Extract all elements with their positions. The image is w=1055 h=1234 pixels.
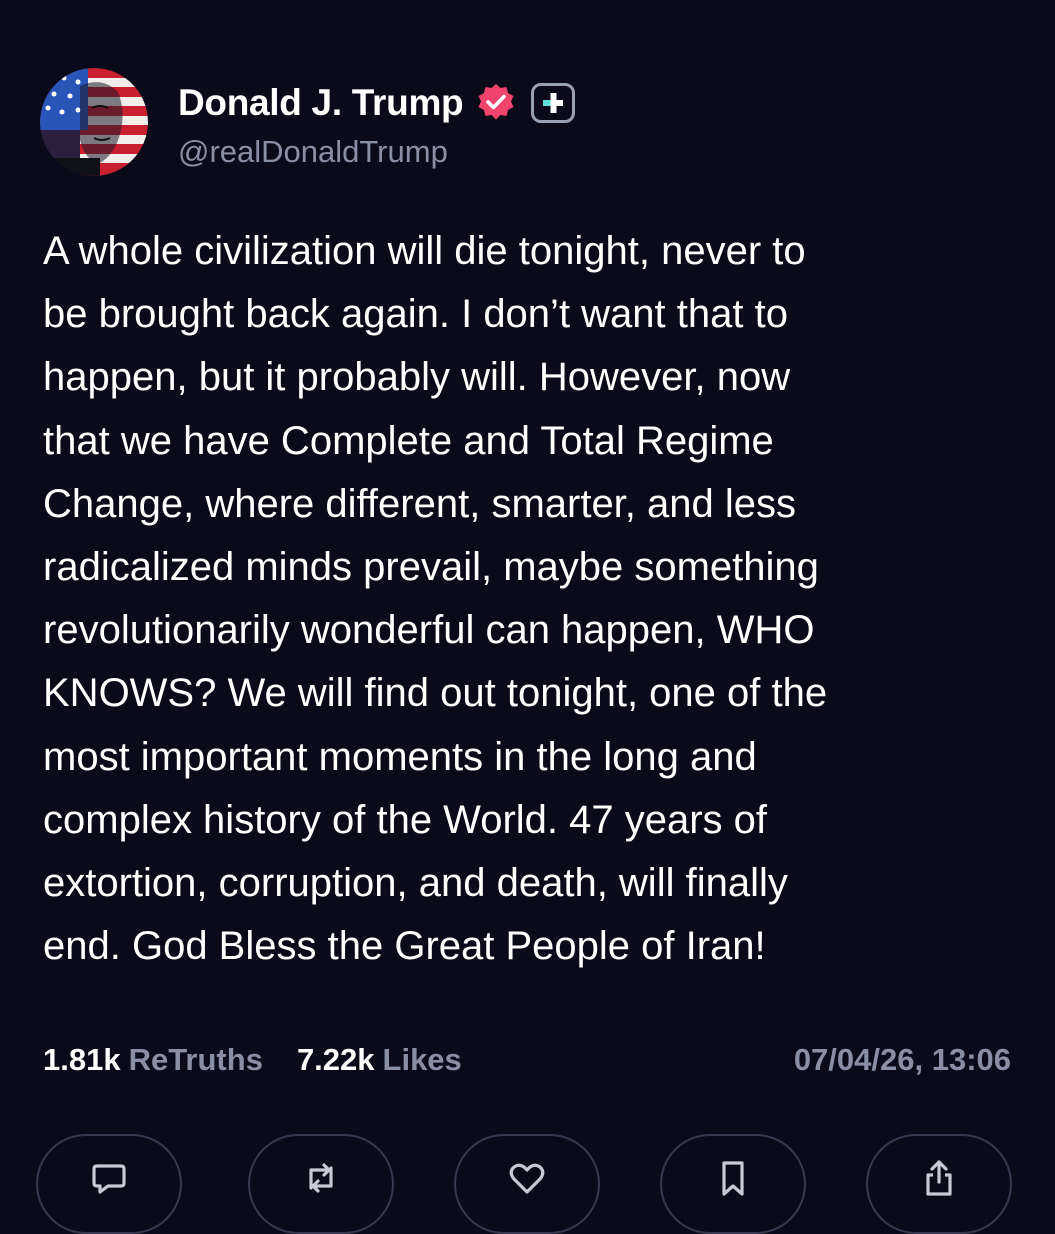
retruths-label: ReTruths	[128, 1042, 263, 1077]
bookmark-icon	[722, 1161, 744, 1196]
likes-count: 7.22k	[296, 1042, 375, 1077]
post-text-line: be brought back again. I don’t want that…	[43, 292, 788, 337]
like-icon	[509, 1163, 545, 1194]
retruth-button[interactable]	[248, 1134, 394, 1234]
post-text-line: KNOWS? We will find out tonight, one of …	[43, 671, 828, 716]
post-card: Donald J. Trump @realDonaldTrump A whole…	[0, 0, 1055, 1234]
retruths-stat[interactable]: 1.81k ReTruths	[43, 1042, 263, 1078]
author-avatar[interactable]	[40, 68, 148, 176]
post-text-line: end. God Bless the Great People of Iran!	[43, 924, 766, 969]
bookmark-button[interactable]	[660, 1134, 806, 1234]
post-text: A whole civilization will die tonight, n…	[43, 220, 1003, 978]
plus-badge-icon	[531, 83, 576, 123]
reply-button[interactable]	[36, 1134, 182, 1234]
avatar-portrait-flag	[40, 68, 148, 176]
post-stats: 1.81k ReTruths 7.22k Likes	[43, 1038, 462, 1082]
post-text-line: most important moments in the long and	[43, 734, 757, 779]
reply-icon	[92, 1164, 126, 1194]
likes-label: Likes	[382, 1042, 462, 1077]
like-button[interactable]	[454, 1134, 600, 1234]
share-button[interactable]	[866, 1134, 1012, 1234]
share-icon	[926, 1160, 952, 1196]
post-text-line: happen, but it probably will. However, n…	[43, 355, 791, 400]
post-text-line: A whole civilization will die tonight, n…	[43, 229, 806, 273]
post-text-line: Change, where different, smarter, and le…	[43, 481, 797, 526]
post-text-line: revolutionarily wonderful can happen, WH…	[43, 608, 815, 653]
likes-stat[interactable]: 7.22k Likes	[297, 1042, 462, 1078]
post-text-line: that we have Complete and Total Regime	[43, 418, 774, 463]
post-text-line: radicalized minds prevail, maybe somethi…	[43, 545, 819, 590]
post-text-line: extortion, corruption, and death, will f…	[43, 861, 788, 906]
author-handle[interactable]: @realDonaldTrump	[178, 134, 448, 170]
verified-badge-icon	[475, 82, 517, 124]
author-name-row: Donald J. Trump	[178, 78, 576, 128]
retruths-count: 1.81k	[43, 1042, 121, 1077]
author-display-name[interactable]: Donald J. Trump	[178, 82, 464, 124]
retruth-icon	[309, 1163, 333, 1193]
post-text-line: complex history of the World. 47 years o…	[43, 797, 768, 842]
post-timestamp: 07/04/26, 13:06	[793, 1042, 1011, 1077]
